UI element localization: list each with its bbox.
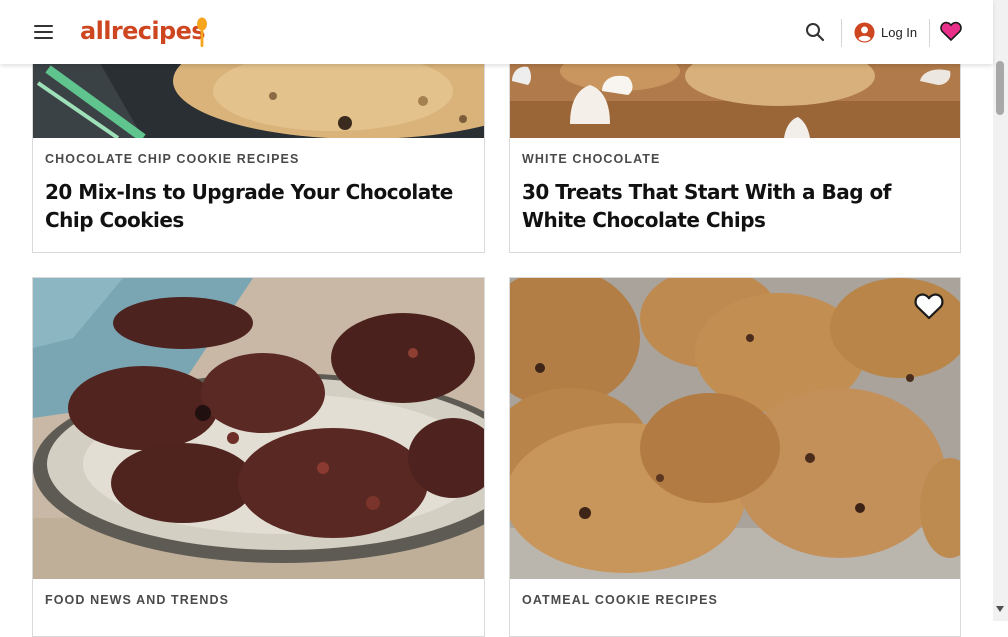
- site-header: allrecipes Log In: [0, 0, 993, 64]
- search-icon[interactable]: [805, 22, 825, 47]
- card-title[interactable]: 30 Treats That Start With a Bag of White…: [522, 178, 944, 234]
- allrecipes-logo[interactable]: allrecipes: [80, 14, 207, 50]
- page-scrollbar[interactable]: [993, 0, 1008, 621]
- card-tag: CHOCOLATE CHIP COOKIE RECIPES: [45, 152, 300, 166]
- logo-text: allrecipes: [80, 17, 206, 45]
- card-tag: OATMEAL COOKIE RECIPES: [522, 593, 718, 607]
- oatmeal-cookies-photo: [510, 278, 960, 579]
- hamburger-menu-icon[interactable]: [34, 24, 54, 40]
- heart-outline-icon[interactable]: [914, 292, 944, 325]
- header-divider: [929, 19, 930, 47]
- scrollbar-thumb[interactable]: [996, 61, 1004, 115]
- chocolate-cookies-photo: [33, 278, 484, 579]
- card-tag: FOOD NEWS AND TRENDS: [45, 593, 230, 607]
- login-button[interactable]: Log In: [854, 21, 917, 43]
- article-card[interactable]: OATMEAL COOKIE RECIPES: [509, 277, 961, 637]
- heart-icon[interactable]: [940, 21, 962, 46]
- user-circle-icon: [854, 21, 875, 43]
- card-title[interactable]: 20 Mix-Ins to Upgrade Your Chocolate Chi…: [45, 178, 468, 234]
- header-divider: [841, 19, 842, 47]
- card-tag: WHITE CHOCOLATE: [522, 152, 661, 166]
- article-card[interactable]: FOOD NEWS AND TRENDS: [32, 277, 485, 637]
- spoon-icon: [197, 17, 207, 47]
- login-label: Log In: [881, 24, 918, 40]
- scroll-down-arrow-icon[interactable]: [996, 606, 1004, 612]
